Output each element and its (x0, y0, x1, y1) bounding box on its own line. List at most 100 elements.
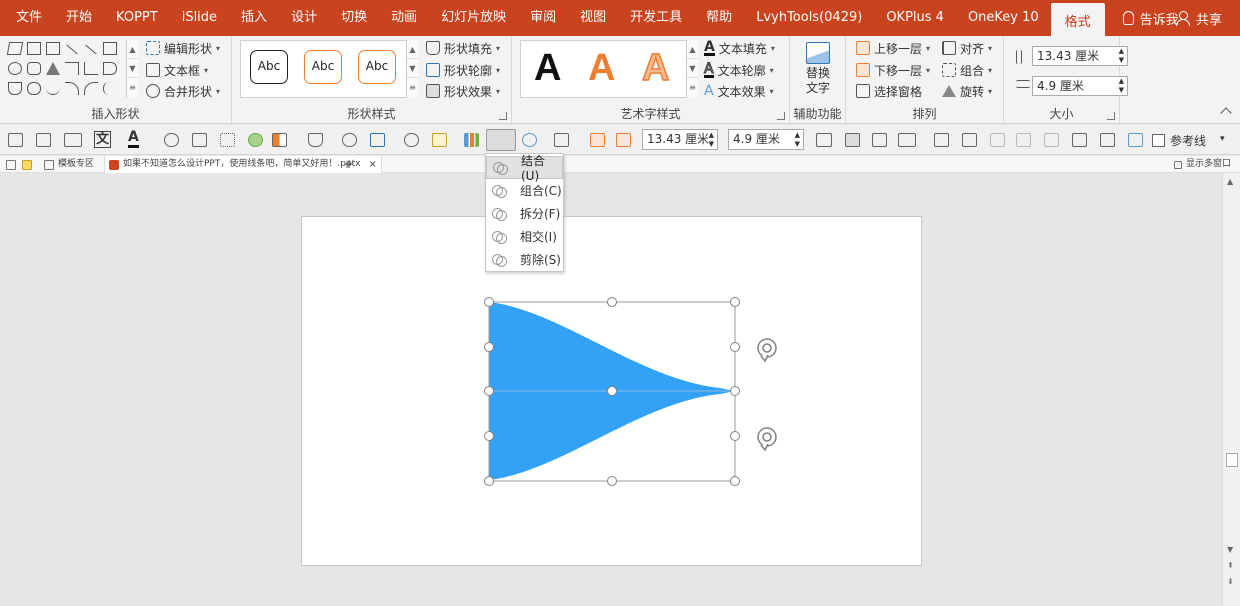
format-painter-icon[interactable] (8, 133, 23, 147)
quick-height-spinner[interactable]: ▲ ▼ (709, 131, 714, 149)
wordart-preset-orange-outline[interactable]: A (641, 47, 670, 89)
shape-outline-button[interactable]: 形状轮廓 ▾ (426, 60, 500, 80)
prev-slide-icon[interactable]: ⇞ (1227, 561, 1234, 570)
shape-style-preset-black[interactable]: Abc (250, 50, 288, 84)
trapezoid-shape-icon[interactable] (6, 42, 24, 55)
rounded-rectangle-shape-icon[interactable] (27, 62, 41, 75)
tab-okplus[interactable]: OKPlus 4 (874, 0, 956, 36)
tab-onekey[interactable]: OneKey 10 (956, 0, 1051, 36)
tab-animations[interactable]: 动画 (379, 0, 429, 36)
color-fill-icon[interactable] (272, 133, 287, 147)
copy-format-icon[interactable] (872, 133, 887, 147)
scroll-up-icon[interactable]: ▲ (687, 40, 698, 59)
send-back-icon[interactable] (616, 133, 631, 147)
show-multiwindow-button[interactable]: 显示多窗口 (1174, 156, 1231, 173)
tab-help[interactable]: 帮助 (694, 0, 744, 36)
menu-item-fragment[interactable]: 拆分(F) (486, 202, 563, 225)
shape-effects-button[interactable]: 形状效果 ▾ (426, 81, 500, 101)
flip-icon[interactable] (554, 133, 569, 147)
group-objects-button[interactable]: 组合 ▾ (942, 60, 992, 80)
text-fill-button[interactable]: A 文本填充 ▾ (704, 38, 775, 58)
open-folder-icon[interactable] (22, 156, 32, 173)
tab-slideshow[interactable]: 幻灯片放映 (429, 0, 518, 36)
merge-shapes-button[interactable]: 合并形状 ▾ (146, 81, 220, 101)
menu-item-union[interactable]: 结合(U) (486, 154, 563, 183)
customize-toolbar-icon[interactable]: ▾ (1220, 134, 1225, 144)
tab-design[interactable]: 设计 (279, 0, 329, 36)
tab-review[interactable]: 审阅 (518, 0, 568, 36)
circle-fill-icon[interactable] (248, 133, 263, 147)
scroll-down-icon[interactable]: ▼ (127, 59, 138, 78)
shape-style-preset-orange[interactable]: Abc (304, 50, 342, 84)
paint-icon[interactable] (432, 133, 447, 147)
frame-icon[interactable] (898, 133, 916, 147)
eyedropper-icon[interactable] (164, 133, 179, 147)
crop-box-icon[interactable] (1044, 133, 1059, 147)
pen-outline-icon[interactable] (370, 133, 385, 147)
callout-shape-icon[interactable] (27, 82, 41, 95)
text-box-button[interactable]: 文本框 ▾ (146, 60, 208, 80)
align-right-icon[interactable] (990, 133, 1005, 147)
tab-insert[interactable]: 插入 (229, 0, 279, 36)
tab-developer[interactable]: 开发工具 (618, 0, 694, 36)
menu-item-combine[interactable]: 组合(C) (486, 179, 563, 202)
quick-width-input[interactable]: 4.9 厘米 ▲ ▼ (728, 129, 804, 150)
wordart-gallery-scroll[interactable]: ▲ ▼ ≡ (686, 40, 698, 98)
doc-tab-file[interactable]: 如果不知道怎么设计PPT，使用线条吧，简单又好用！.pptx × (104, 156, 382, 173)
dropper-icon[interactable] (342, 133, 357, 147)
arrow-down-shape-icon[interactable] (8, 82, 22, 95)
align-button[interactable]: 对齐 ▾ (942, 38, 992, 58)
alt-text-button[interactable]: 替换 文字 (800, 40, 836, 104)
shape-style-preset-orange-2[interactable]: Abc (358, 50, 396, 84)
shape-style-gallery-scroll[interactable]: ▲ ▼ ≡ (406, 40, 418, 98)
eyedropper-2-icon[interactable] (404, 133, 419, 147)
new-doc-icon[interactable] (6, 156, 16, 173)
align-middle-icon[interactable] (962, 133, 977, 147)
height-input[interactable]: 13.43 厘米 ▲ ▼ (1032, 46, 1128, 66)
freeform-shape-icon[interactable] (84, 82, 98, 95)
distribute-icon[interactable] (1016, 133, 1031, 147)
text-effects-button[interactable]: A 文本效果 ▾ (704, 81, 774, 101)
next-slide-icon[interactable]: ⇟ (1227, 577, 1234, 586)
align-left-icon[interactable] (934, 133, 949, 147)
tab-transitions[interactable]: 切换 (329, 0, 379, 36)
scroll-down-arrow-icon[interactable]: ▼ (1227, 545, 1233, 554)
textbox-icon[interactable] (64, 133, 82, 147)
scroll-down-icon[interactable]: ▼ (407, 59, 418, 78)
dialog-launcher-icon[interactable] (777, 112, 785, 120)
slide-size-icon[interactable] (816, 133, 832, 147)
dialog-launcher-icon[interactable] (1107, 112, 1115, 120)
merge-shapes-dropdown-button[interactable] (486, 129, 516, 151)
slide-canvas[interactable] (301, 216, 922, 566)
line-shape-icon[interactable] (66, 44, 78, 55)
text-direction-icon[interactable]: 文 (94, 131, 112, 148)
oval-shape-icon[interactable] (8, 62, 22, 75)
close-tab-icon[interactable]: × (369, 156, 377, 173)
align-top-icon[interactable] (1072, 133, 1087, 147)
elbow-connector-shape-icon[interactable] (65, 62, 79, 75)
rectangle-shape-icon[interactable] (103, 42, 117, 55)
magic-wand-icon[interactable] (1128, 133, 1143, 147)
quick-height-input[interactable]: 13.43 厘米 ▲ ▼ (642, 129, 718, 150)
scroll-up-arrow-icon[interactable]: ▲ (1227, 177, 1233, 186)
scroll-down-icon[interactable]: ▼ (687, 59, 698, 78)
delete-icon[interactable] (845, 133, 860, 147)
width-spinner[interactable]: ▲ ▼ (1119, 77, 1124, 95)
arrow-line-shape-icon[interactable] (85, 44, 97, 55)
scroll-up-icon[interactable]: ▲ (127, 40, 138, 59)
scroll-thumb[interactable] (1226, 453, 1238, 467)
dialog-launcher-icon[interactable] (499, 112, 507, 120)
tab-format[interactable]: 格式 (1050, 3, 1105, 36)
bar-chart-icon[interactable] (464, 133, 479, 147)
tab-islide[interactable]: iSlide (170, 0, 229, 36)
quick-width-spinner[interactable]: ▲ ▼ (795, 131, 800, 149)
vertical-scrollbar[interactable]: ▲ ▼ ⇞ ⇟ (1222, 173, 1240, 606)
doc-tab-home[interactable]: 模板专区 (44, 156, 94, 173)
add-tab-button[interactable]: + (344, 156, 354, 173)
bring-front-icon[interactable] (590, 133, 605, 147)
tab-lvyhtools[interactable]: LvyhTools(0429) (744, 0, 874, 36)
width-input[interactable]: 4.9 厘米 ▲ ▼ (1032, 76, 1128, 96)
tab-koppt[interactable]: KOPPT (104, 0, 170, 36)
picture-format-icon[interactable] (192, 133, 207, 147)
share-button[interactable]: 共享 (1175, 0, 1222, 36)
